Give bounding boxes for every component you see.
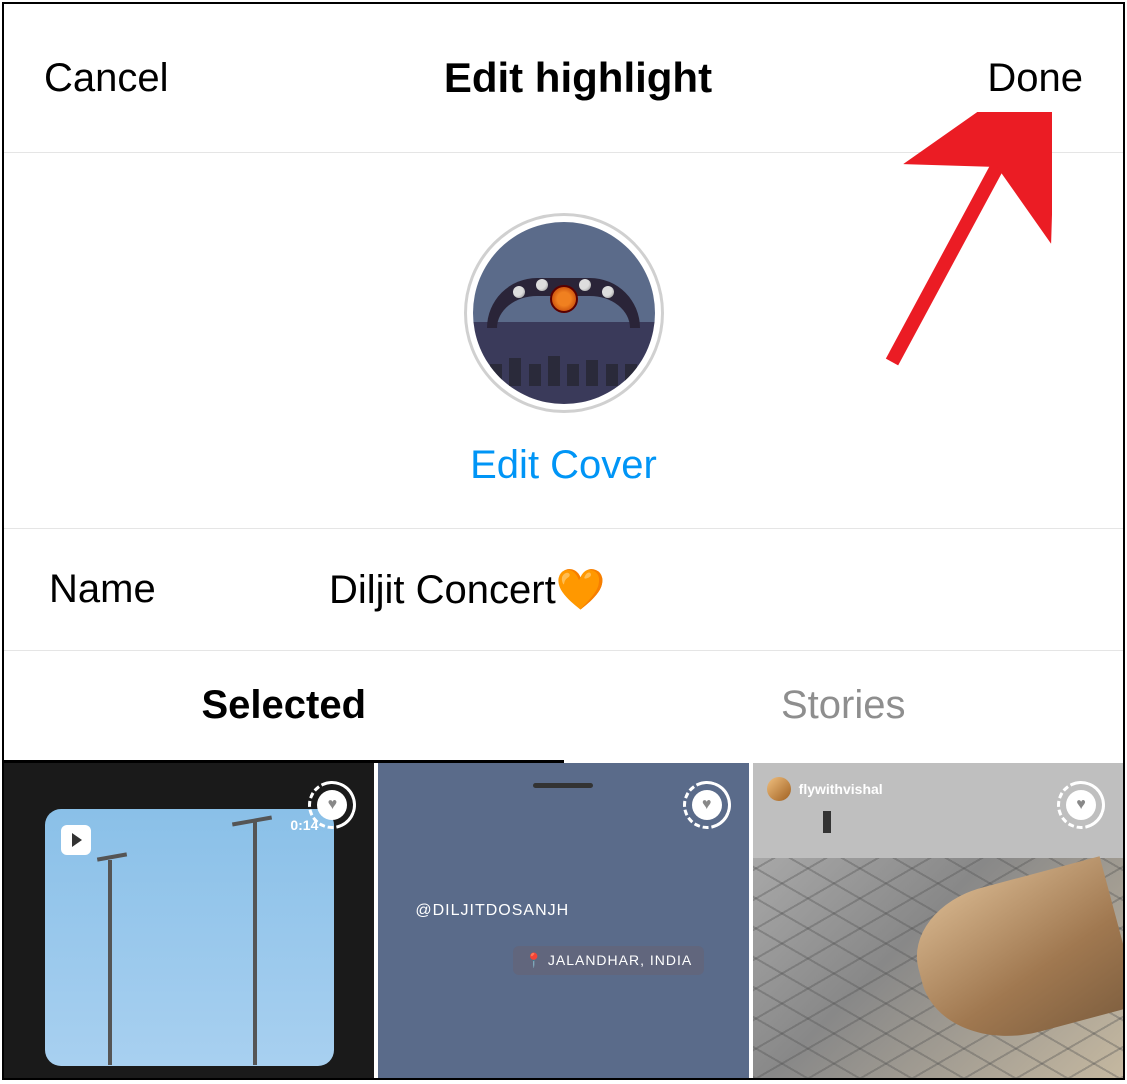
thumbnail-item[interactable]: ♥ 0:14 — [4, 763, 374, 1078]
like-badge: ♥ — [1057, 781, 1105, 829]
like-count: 0:14 — [290, 817, 318, 833]
done-button[interactable]: Done — [987, 56, 1083, 101]
page-title: Edit highlight — [444, 54, 712, 102]
like-badge: ♥ — [683, 781, 731, 829]
tab-stories[interactable]: Stories — [564, 651, 1124, 763]
thumbnail-grid: ♥ 0:14 @DILJITDOSANJH 📍 JALANDHAR, INDIA… — [4, 763, 1123, 1078]
heart-icon: ♥ — [692, 790, 722, 820]
tab-selected[interactable]: Selected — [4, 651, 564, 763]
like-badge: ♥ 0:14 — [308, 781, 356, 829]
mention-tag: @DILJITDOSANJH — [415, 902, 569, 920]
avatar — [767, 777, 791, 801]
heart-icon: ♥ — [1066, 790, 1096, 820]
reel-icon — [61, 825, 91, 855]
tabs: Selected Stories — [4, 651, 1123, 763]
location-tag: 📍 JALANDHAR, INDIA — [513, 946, 704, 975]
name-input[interactable] — [329, 567, 1078, 612]
header: Cancel Edit highlight Done — [4, 4, 1123, 153]
cover-image[interactable] — [464, 213, 664, 413]
story-header: flywithvishal — [767, 777, 883, 801]
cancel-button[interactable]: Cancel — [44, 56, 169, 101]
edit-cover-link[interactable]: Edit Cover — [470, 443, 657, 488]
name-row: Name — [4, 529, 1123, 651]
cover-section: Edit Cover — [4, 153, 1123, 529]
name-label: Name — [49, 567, 329, 612]
thumbnail-item[interactable]: @DILJITDOSANJH 📍 JALANDHAR, INDIA ♥ — [378, 763, 748, 1078]
username: flywithvishal — [799, 781, 883, 797]
cover-thumbnail — [473, 222, 655, 404]
thumbnail-item[interactable]: flywithvishal ♥ — [753, 763, 1123, 1078]
pin-icon: 📍 — [525, 952, 543, 969]
